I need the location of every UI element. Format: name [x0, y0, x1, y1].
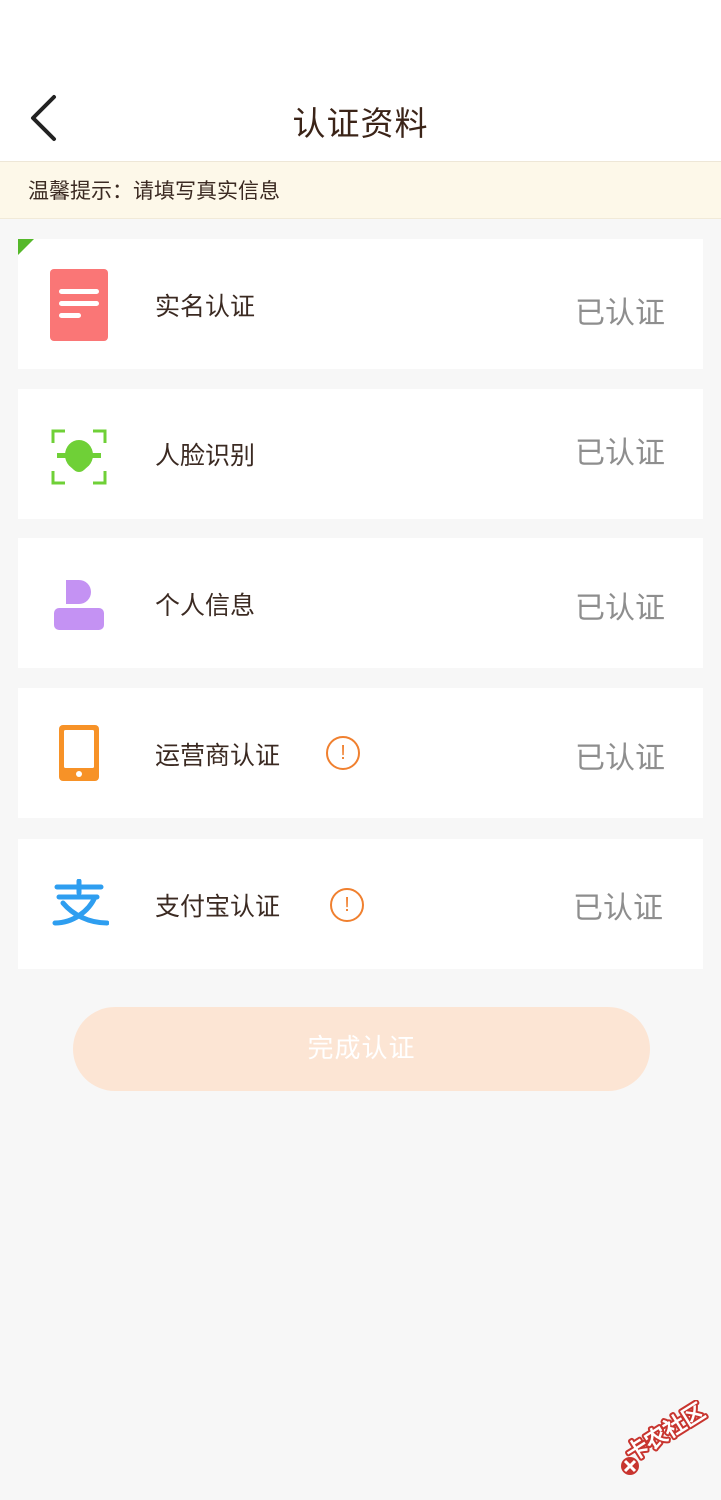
item-real-name[interactable]: 实名认证 已认证: [18, 239, 703, 369]
item-status: 已认证: [575, 296, 665, 331]
item-label: 个人信息: [155, 591, 256, 620]
warning-icon[interactable]: !: [326, 736, 360, 770]
person-icon: [48, 574, 110, 636]
face-scan-icon: [48, 426, 110, 488]
item-label: 运营商认证: [155, 741, 281, 770]
header: 认证资料: [0, 80, 721, 162]
item-carrier[interactable]: 运营商认证 ! 已认证: [18, 688, 703, 818]
item-status: 已认证: [575, 741, 665, 776]
item-label: 支付宝认证: [155, 892, 281, 921]
id-document-icon: [48, 269, 110, 341]
item-alipay[interactable]: 支付宝认证 ! 已认证: [18, 839, 703, 969]
status-bar: [0, 0, 721, 80]
watermark-text: 卡农社区: [621, 1400, 709, 1467]
item-label: 人脸识别: [155, 441, 256, 470]
item-face-recognition[interactable]: 人脸识别 已认证: [18, 389, 703, 519]
item-status: 已认证: [573, 891, 663, 926]
page-title: 认证资料: [292, 104, 429, 143]
warning-icon[interactable]: !: [330, 888, 364, 922]
item-status: 已认证: [575, 436, 665, 471]
notice-bar: 温馨提示：请填写真实信息: [0, 162, 721, 219]
notice-text: 温馨提示：请填写真实信息: [28, 179, 280, 203]
item-personal-info[interactable]: 个人信息 已认证: [18, 538, 703, 668]
complete-verification-button[interactable]: 完成认证: [73, 1007, 650, 1091]
phone-icon: [48, 722, 110, 784]
corner-mark: [18, 239, 34, 255]
item-status: 已认证: [575, 591, 665, 626]
item-label: 实名认证: [155, 292, 256, 321]
watermark-logo: 卡农社区 卡农社区: [612, 1396, 717, 1480]
alipay-icon: [48, 873, 110, 935]
